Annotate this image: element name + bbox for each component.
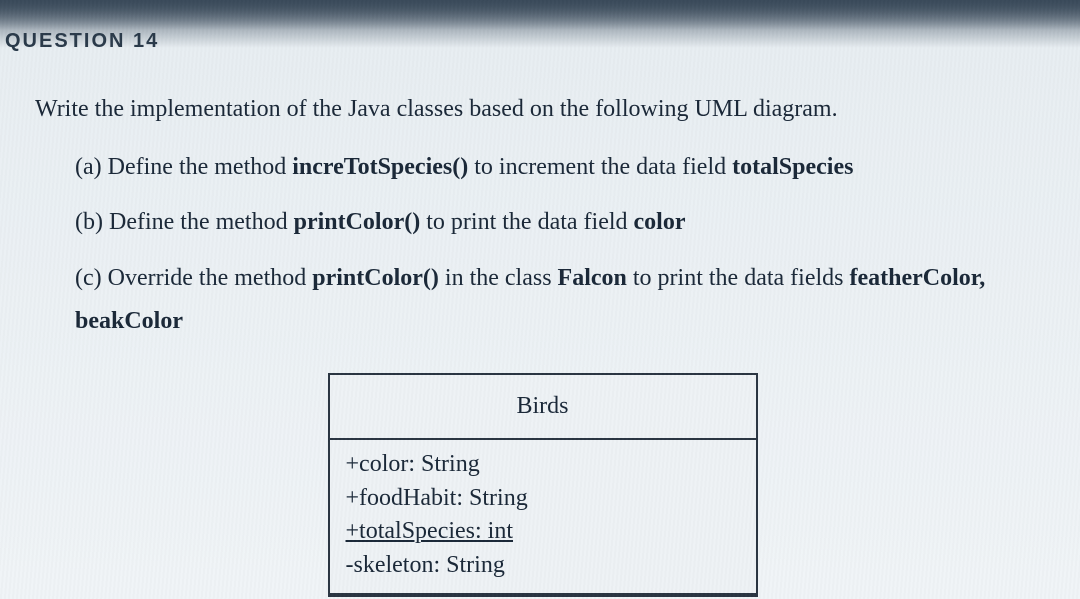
text-c-bold2: Falcon xyxy=(558,265,627,291)
text-c-post: to print the data fields xyxy=(627,265,850,291)
question-number-header: QUESTION 14 xyxy=(5,30,1050,53)
uml-attribute-static: +totalSpecies: int xyxy=(346,515,740,549)
main-prompt-text: Write the implementation of the Java cla… xyxy=(35,88,1050,131)
marker-b: (b) xyxy=(75,209,103,235)
text-c-mid: in the class xyxy=(439,265,558,291)
question-page: QUESTION 14 Write the implementation of … xyxy=(0,0,1080,597)
uml-class-box: Birds +color: String +foodHabit: String … xyxy=(328,373,758,597)
uml-attribute: +foodHabit: String xyxy=(346,482,740,516)
text-b-mid: to print the data field xyxy=(420,209,633,235)
question-body: Write the implementation of the Java cla… xyxy=(5,88,1050,597)
marker-c: (c) xyxy=(75,265,102,291)
uml-class-name: Birds xyxy=(330,375,756,440)
text-b-pre: Define the method xyxy=(103,209,294,235)
text-c-bold1: printColor() xyxy=(312,265,439,291)
sub-item-a: (a) Define the method increTotSpecies() … xyxy=(35,146,1050,189)
sub-item-b: (b) Define the method printColor() to pr… xyxy=(35,201,1050,244)
text-b-bold1: printColor() xyxy=(294,209,421,235)
text-c-pre: Override the method xyxy=(102,265,313,291)
sub-item-c: (c) Override the method printColor() in … xyxy=(35,257,1050,343)
uml-attribute: -skeleton: String xyxy=(346,549,740,583)
uml-attributes-compartment: +color: String +foodHabit: String +total… xyxy=(330,440,756,594)
text-a-bold2: totalSpecies xyxy=(732,154,853,180)
text-a-bold1: increTotSpecies() xyxy=(292,154,468,180)
text-b-bold2: color xyxy=(634,209,686,235)
uml-attribute: +color: String xyxy=(346,448,740,482)
marker-a: (a) xyxy=(75,154,102,180)
text-a-mid: to increment the data field xyxy=(468,154,732,180)
text-a-pre: Define the method xyxy=(102,154,293,180)
